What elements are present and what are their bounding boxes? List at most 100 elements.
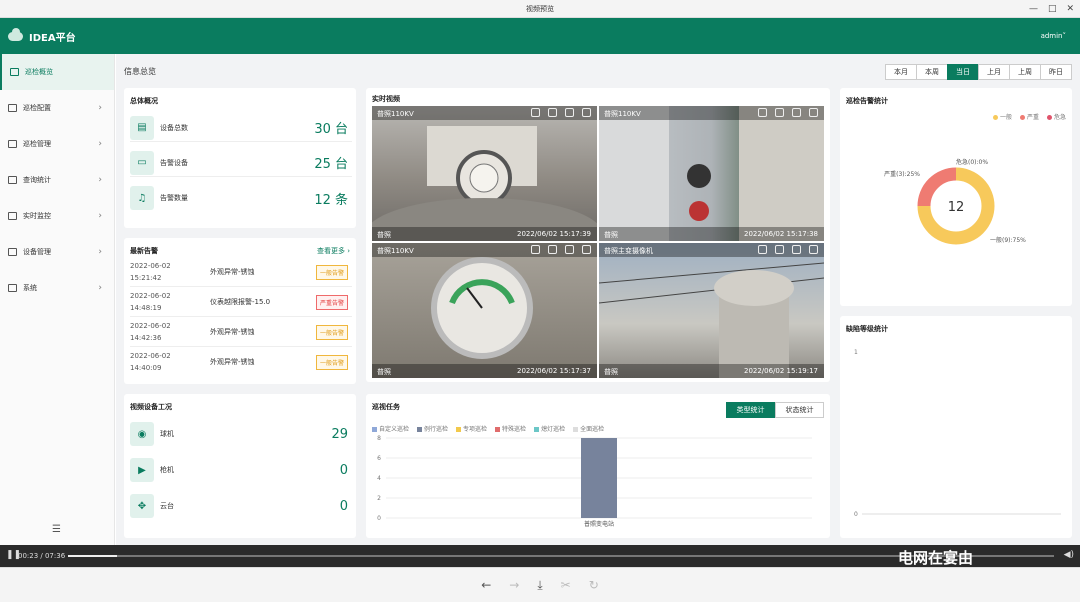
chevron-right-icon: ›	[98, 283, 102, 293]
time-button-today[interactable]: 当日	[947, 64, 979, 80]
alarm-stats-title: 巡检告警统计	[846, 97, 888, 105]
sidebar-item-label: 实时监控	[23, 212, 51, 220]
alarm-row[interactable]: 2022-06-02 15:21:42 外观异常-锈蚀 一般告警	[130, 258, 352, 287]
y-tick-label: 6	[377, 455, 381, 462]
alarm-row[interactable]: 2022-06-02 14:40:09 外观异常-锈蚀 一般告警	[130, 348, 352, 377]
page-title: 信息总览	[124, 67, 156, 76]
donut-center-label: 12	[948, 200, 965, 215]
tab-type-stats[interactable]: 类型统计	[726, 402, 775, 418]
record-icon[interactable]	[775, 108, 784, 117]
time-button-this-week[interactable]: 本周	[916, 64, 948, 80]
bar	[581, 438, 617, 518]
camera-icon[interactable]	[531, 245, 540, 254]
stat-label: 设备总数	[160, 123, 188, 132]
video-cell[interactable]: 普照110KV 普照 2022/06/02 15:17:39	[372, 106, 597, 241]
dome-camera-icon: ◉	[130, 422, 154, 446]
chevron-right-icon: ›	[98, 103, 102, 113]
video-devices-card: 视频设备工况 ◉ 球机 29 ▶ 枪机 0 ✥ 云台 0	[124, 394, 356, 538]
alarm-date: 2022-06-02	[130, 352, 171, 360]
alarm-level-badge: 一般告警	[315, 355, 348, 370]
close-icon[interactable]: ✕	[1066, 4, 1074, 14]
device-label: 枪机	[160, 466, 174, 474]
record-icon[interactable]	[548, 245, 557, 254]
settings-icon	[8, 284, 17, 292]
settings-icon[interactable]	[809, 245, 818, 254]
legend-label: 危急	[1053, 114, 1066, 121]
stat-row-alarm-devices: ▭ 告警设备 25 台	[130, 149, 352, 177]
video-cell[interactable]: 普照110KV 普照 2022/06/02 15:17:38	[599, 106, 824, 241]
app-header: IDEA平台 admin˅	[0, 18, 1080, 54]
live-video-card: 实时视频 普照110KV 普照 2022/06/02 15:17:39 普照11…	[366, 88, 830, 382]
sidebar-item-manage[interactable]: 巡检管理 ›	[0, 126, 114, 162]
window-controls: — □ ✕	[1029, 0, 1074, 18]
sidebar-item-overview[interactable]: 巡检概览	[0, 54, 114, 90]
sidebar-item-label: 设备管理	[23, 248, 51, 256]
clock-icon[interactable]	[792, 108, 801, 117]
defects-card: 缺陷等级统计 01	[840, 316, 1072, 538]
tab-status-stats[interactable]: 状态统计	[775, 402, 824, 418]
device-value: 0	[339, 462, 348, 478]
chevron-right-icon: ›	[98, 211, 102, 221]
device-value: 0	[339, 498, 348, 514]
bell-icon: ♫	[130, 186, 154, 210]
video-timestamp: 2022/06/02 15:17:37	[516, 367, 591, 375]
crop-icon[interactable]: ✂	[561, 578, 571, 592]
video-cell[interactable]: 普照主变摄像机 普照 2022/06/02 15:19:17	[599, 243, 824, 378]
clock-icon[interactable]	[792, 245, 801, 254]
defects-title: 缺陷等级统计	[846, 325, 888, 333]
camera-icon[interactable]	[531, 108, 540, 117]
rotate-icon[interactable]: ↻	[589, 578, 599, 592]
player-time: 00:23 / 07:36	[18, 552, 66, 560]
time-button-last-month[interactable]: 上月	[978, 64, 1010, 80]
stat-row-alarm-count: ♫ 告警数量 12 条	[130, 184, 352, 212]
clock-icon[interactable]	[565, 245, 574, 254]
video-timestamp: 2022/06/02 15:17:38	[743, 230, 818, 238]
time-button-last-week[interactable]: 上周	[1009, 64, 1041, 80]
record-icon[interactable]	[548, 108, 557, 117]
record-icon[interactable]	[775, 245, 784, 254]
view-more-link[interactable]: 查看更多 ›	[317, 246, 350, 256]
legend-item: 严重	[1019, 112, 1039, 121]
sidebar-item-stats[interactable]: 查询统计 ›	[0, 162, 114, 198]
video-cell[interactable]: 普照110KV 普照 2022/06/02 15:17:37	[372, 243, 597, 378]
volume-icon[interactable]: ◀)	[1064, 550, 1074, 560]
sidebar-item-config[interactable]: 巡检配置 ›	[0, 90, 114, 126]
alarm-row[interactable]: 2022-06-02 14:48:19 仪表越限报警-15.0 严重告警	[130, 288, 352, 317]
camera-icon[interactable]	[758, 245, 767, 254]
time-button-this-month[interactable]: 本月	[885, 64, 917, 80]
device-icon	[8, 248, 17, 256]
settings-icon[interactable]	[809, 108, 818, 117]
sidebar-item-devices[interactable]: 设备管理 ›	[0, 234, 114, 270]
alarm-time: 14:48:19	[130, 304, 162, 312]
video-caption: 普照	[604, 368, 618, 376]
alarm-row[interactable]: 2022-06-02 14:42:36 外观异常-锈蚀 一般告警	[130, 318, 352, 347]
collapse-menu-icon[interactable]: ☰	[52, 524, 61, 535]
back-icon[interactable]: ←	[481, 578, 491, 592]
camera-icon[interactable]	[758, 108, 767, 117]
slice-label: 一般(9):75%	[990, 236, 1026, 244]
cloud-icon	[8, 27, 23, 41]
logo: IDEA平台	[8, 27, 76, 44]
tasks-title: 巡视任务	[372, 403, 400, 411]
device-value: 29	[331, 426, 348, 442]
time-button-yesterday[interactable]: 昨日	[1040, 64, 1072, 80]
sidebar-item-system[interactable]: 系统 ›	[0, 270, 114, 306]
settings-icon[interactable]	[582, 108, 591, 117]
sidebar-item-label: 巡检概览	[25, 68, 53, 76]
watermark: 电网在宴由	[898, 549, 974, 567]
sidebar: 巡检概览 巡检配置 › 巡检管理 › 查询统计 › 实时监控 › 设备管理 › 系统 › ☰	[0, 54, 115, 545]
download-icon[interactable]: ⤓	[537, 578, 542, 593]
settings-icon[interactable]	[582, 245, 591, 254]
maximize-icon[interactable]: □	[1048, 4, 1057, 14]
alarm-level-badge: 一般告警	[315, 265, 348, 280]
alarm-stats-legend: 一般 严重 危急	[992, 112, 1066, 121]
alarm-level-badge: 一般告警	[315, 325, 348, 340]
minimize-icon[interactable]: —	[1029, 4, 1038, 14]
chart-icon	[8, 176, 17, 184]
clock-icon[interactable]	[565, 108, 574, 117]
alarm-stats-card: 巡检告警统计 一般 严重 危急 12 一般(9):75% 严重(3):25% 危急(0…	[840, 88, 1072, 306]
video-timestamp: 2022/06/02 15:17:39	[516, 230, 591, 238]
forward-icon[interactable]: →	[509, 578, 519, 592]
user-menu[interactable]: admin˅	[1041, 32, 1066, 40]
sidebar-item-live[interactable]: 实时监控 ›	[0, 198, 114, 234]
